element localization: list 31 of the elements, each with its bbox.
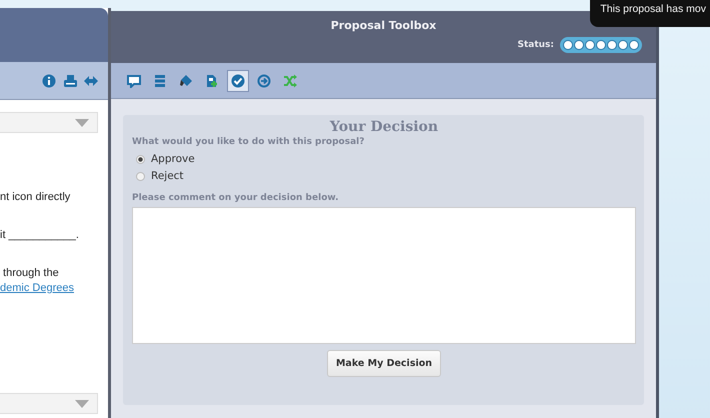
comment-label: Please comment on your decision below. [132, 193, 340, 203]
status-label: Status: [517, 40, 554, 50]
option-label: Approve [151, 152, 195, 167]
add-document-icon [205, 74, 219, 88]
radio-button[interactable] [136, 172, 145, 181]
panel-title: Proposal Toolbox [330, 19, 436, 32]
speech-bubble-icon [127, 74, 141, 88]
link[interactable]: demic Degrees [0, 282, 74, 294]
caret-icon [75, 118, 89, 126]
radio-button[interactable] [136, 155, 145, 164]
shuffle-icon [283, 74, 297, 88]
eraser-icon [179, 74, 193, 88]
section-title: Your Decision [328, 119, 440, 135]
text-line: through the [2, 267, 60, 279]
arrow-circle-icon [257, 74, 271, 88]
caret-icon [75, 400, 89, 408]
comment-field[interactable] [132, 207, 636, 344]
info-icon[interactable] [42, 74, 56, 88]
submit-button[interactable]: Make My Decision [326, 350, 442, 377]
question-label: What would you like to do with this proposal? [132, 137, 366, 147]
toolbar-button[interactable] [227, 70, 249, 92]
tooltip: This proposal has mov [590, 0, 710, 27]
list-icon [153, 74, 167, 88]
double-arrow-icon[interactable] [84, 74, 98, 88]
dropdown[interactable] [0, 112, 98, 133]
checkmark-icon [231, 74, 245, 88]
option-label: Reject [151, 169, 184, 184]
text-line: nt icon directly [0, 191, 72, 203]
dropdown[interactable] [0, 393, 98, 414]
printer-icon[interactable] [63, 74, 77, 88]
text-line: it ___________. [0, 229, 80, 241]
